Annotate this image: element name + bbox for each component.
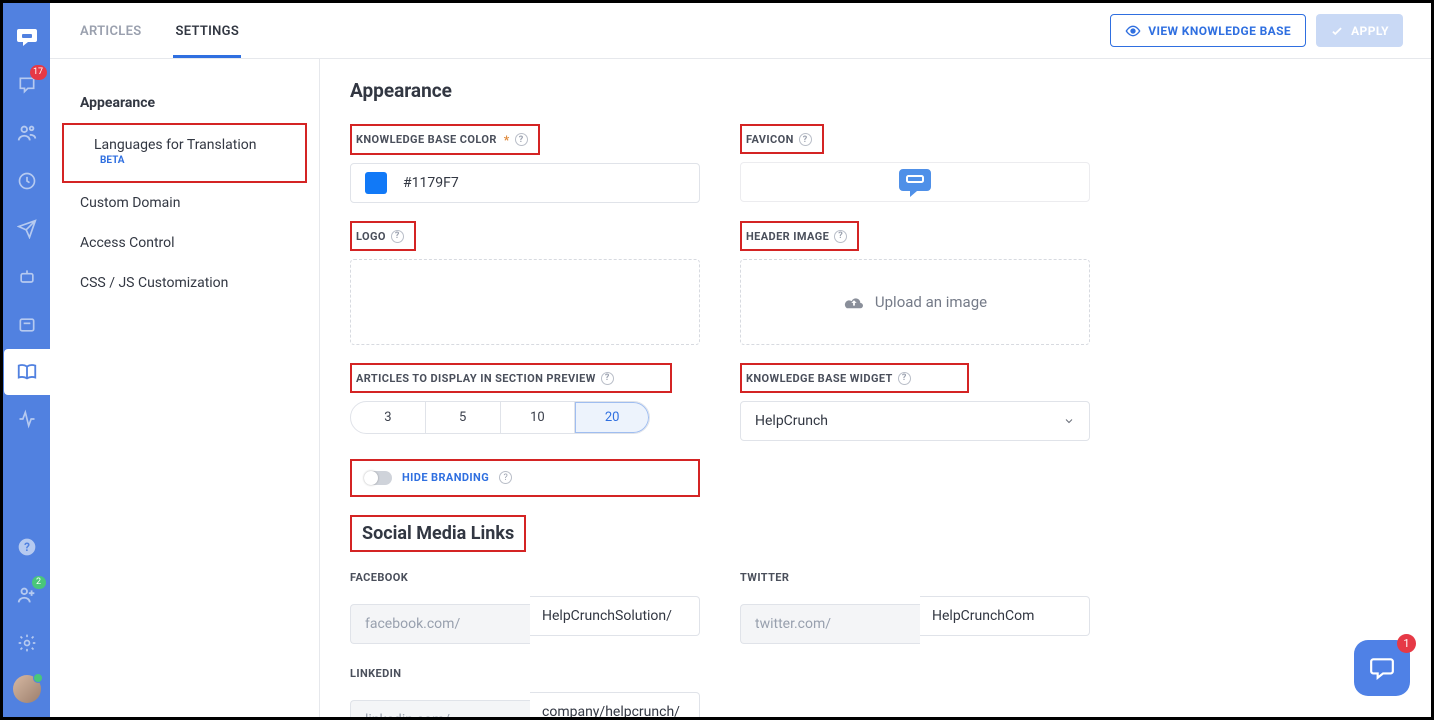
sidebar-item-access-control[interactable]: Access Control	[50, 223, 319, 263]
opt-20[interactable]: 20	[574, 402, 649, 433]
avatar[interactable]	[13, 675, 41, 703]
favicon-preview[interactable]	[740, 162, 1090, 202]
help-icon[interactable]: ?	[834, 230, 847, 243]
color-swatch	[365, 172, 387, 194]
beta-badge: BETA	[100, 155, 125, 166]
opt-5[interactable]: 5	[425, 402, 500, 433]
chevron-down-icon	[1063, 415, 1075, 427]
linkedin-input[interactable]: company/helpcrunch/	[530, 692, 700, 718]
upload-text: Upload an image	[875, 293, 987, 311]
help-icon[interactable]: ?	[515, 133, 528, 146]
label-facebook: FACEBOOK	[350, 567, 414, 588]
social-title: Social Media Links	[356, 519, 520, 548]
window-icon[interactable]	[12, 310, 42, 340]
fab-badge: 1	[1397, 634, 1416, 653]
apply-label: APPLY	[1351, 24, 1389, 38]
logo-dropzone[interactable]	[350, 259, 700, 345]
twitter-prefix: twitter.com/	[740, 604, 920, 644]
brand-logo[interactable]	[12, 22, 42, 52]
sidebar-item-languages[interactable]: Languages for Translation BETA	[64, 125, 305, 181]
kb-color-value: #1179F7	[403, 175, 459, 191]
opt-10[interactable]: 10	[500, 402, 575, 433]
label-articles-preview: ARTICLES TO DISPLAY IN SECTION PREVIEW ?	[356, 368, 620, 389]
view-kb-label: VIEW KNOWLEDGE BASE	[1148, 24, 1291, 38]
activity-icon[interactable]	[12, 404, 42, 434]
clock-icon[interactable]	[12, 166, 42, 196]
label-kb-color: KNOWLEDGE BASE COLOR* ?	[356, 129, 534, 151]
label-twitter: TWITTER	[740, 567, 795, 588]
inbox-icon[interactable]: 17	[12, 70, 42, 100]
hide-branding-toggle[interactable]	[364, 471, 392, 485]
help-icon[interactable]: ?	[499, 471, 512, 484]
label-favicon: FAVICON ?	[746, 129, 818, 150]
svg-text:?: ?	[24, 540, 30, 554]
label-logo: LOGO ?	[356, 226, 410, 247]
opt-3[interactable]: 3	[351, 402, 425, 433]
gear-icon[interactable]	[12, 628, 42, 658]
account-icon[interactable]: 2	[12, 580, 42, 610]
facebook-prefix: facebook.com/	[350, 604, 530, 644]
kb-widget-select[interactable]: HelpCrunch	[740, 401, 1090, 441]
sidebar-item-custom-domain[interactable]: Custom Domain	[50, 183, 319, 223]
kb-widget-value: HelpCrunch	[755, 413, 828, 429]
label-linkedin: LINKEDIN	[350, 663, 407, 684]
tab-settings[interactable]: SETTINGS	[173, 4, 241, 58]
apply-button[interactable]: APPLY	[1316, 14, 1403, 47]
header-image-dropzone[interactable]: Upload an image	[740, 259, 1090, 345]
people-icon[interactable]	[12, 118, 42, 148]
label-kb-widget: KNOWLEDGE BASE WIDGET ?	[746, 368, 917, 389]
facebook-input[interactable]: HelpCrunchSolution/	[530, 596, 700, 636]
help-icon[interactable]: ?	[12, 532, 42, 562]
chat-fab[interactable]: 1	[1354, 640, 1410, 696]
label-header-image: HEADER IMAGE ?	[746, 226, 853, 247]
help-icon[interactable]: ?	[898, 372, 911, 385]
help-icon[interactable]: ?	[799, 133, 812, 146]
kb-color-input[interactable]: #1179F7	[350, 163, 700, 203]
view-kb-button[interactable]: VIEW KNOWLEDGE BASE	[1110, 14, 1306, 47]
inbox-badge: 17	[30, 65, 47, 80]
send-icon[interactable]	[12, 214, 42, 244]
sidebar-item-label: Languages for Translation	[94, 137, 256, 153]
help-icon[interactable]: ?	[391, 230, 404, 243]
help-icon[interactable]: ?	[601, 372, 614, 385]
account-badge: 2	[32, 576, 46, 589]
sidebar-item-appearance[interactable]: Appearance	[50, 83, 319, 123]
tab-articles[interactable]: ARTICLES	[78, 4, 143, 58]
book-icon[interactable]	[4, 349, 50, 395]
hide-branding-label: HIDE BRANDING	[402, 471, 489, 484]
page-title: Appearance	[350, 79, 1401, 102]
sidebar-item-css-js[interactable]: CSS / JS Customization	[50, 263, 319, 303]
bot-icon[interactable]	[12, 262, 42, 292]
twitter-input[interactable]: HelpCrunchCom	[920, 596, 1090, 636]
linkedin-prefix: linkedin.com/	[350, 700, 530, 718]
articles-segmented[interactable]: 3 5 10 20	[350, 401, 650, 434]
